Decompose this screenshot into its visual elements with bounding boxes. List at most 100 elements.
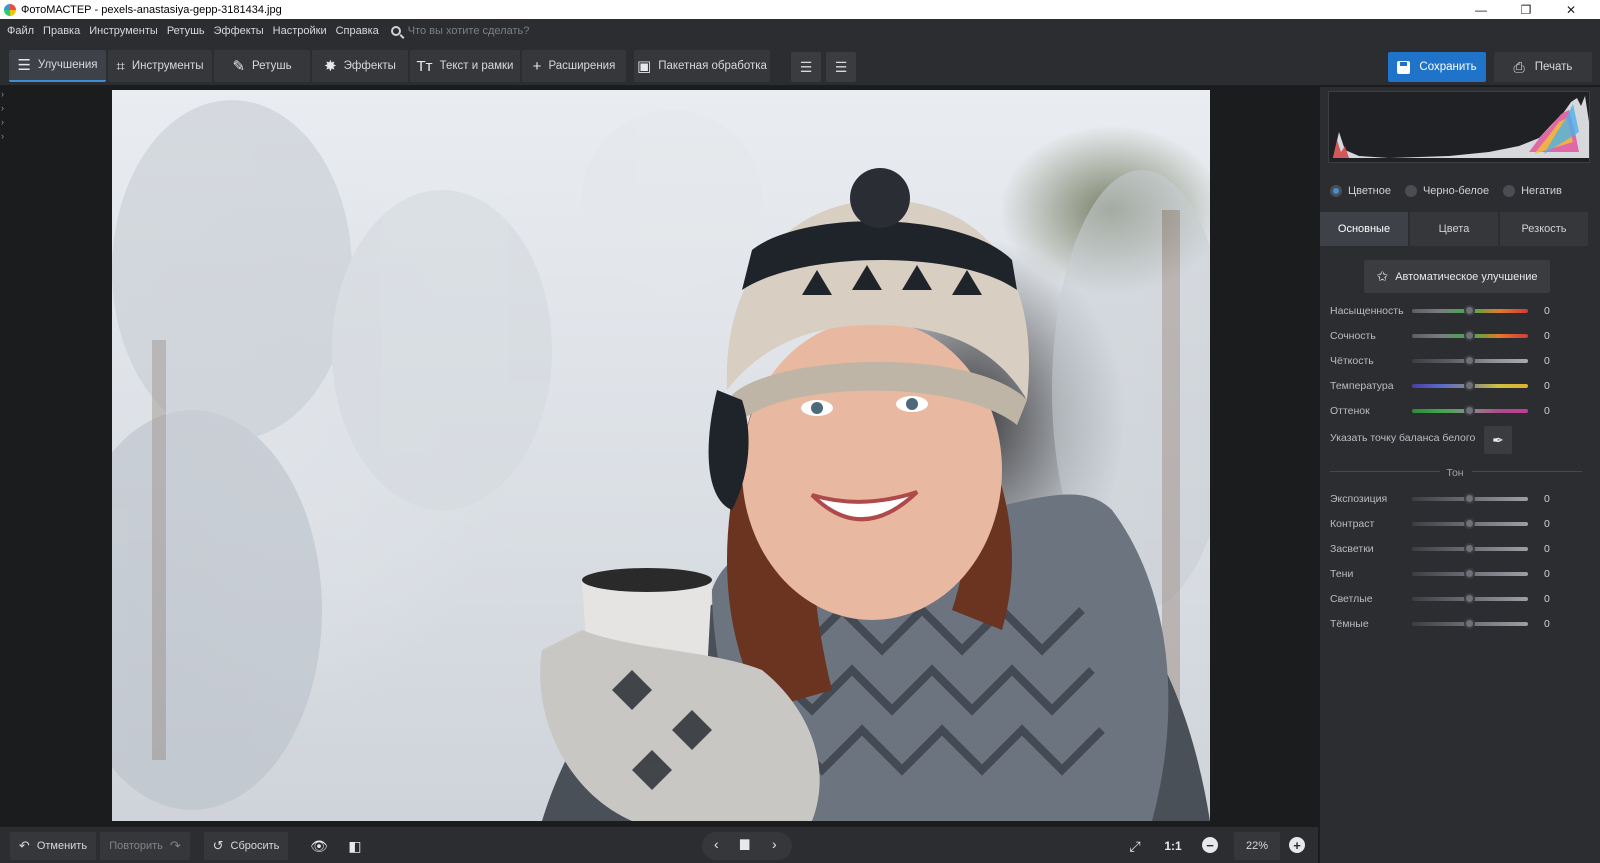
slider-label: Насыщенность — [1330, 305, 1404, 317]
vibrance-slider[interactable]: Сочность 0 — [1330, 328, 1592, 344]
eye-icon[interactable]: 👁 — [306, 834, 332, 858]
slider-handle[interactable] — [1464, 543, 1475, 554]
slider-handle[interactable] — [1464, 380, 1475, 391]
tab-enhancements[interactable]: ☰ Улучшения — [9, 50, 106, 82]
eyedropper-icon[interactable]: ✒ — [1484, 426, 1512, 454]
folder-icon[interactable]: ▆ — [740, 836, 749, 850]
actual-size-button[interactable]: 1:1 — [1160, 834, 1186, 858]
slider-label: Чёткость — [1330, 355, 1374, 367]
compare-icon[interactable]: ◧ — [342, 834, 368, 858]
reset-button[interactable]: ↺ Сбросить — [204, 832, 288, 860]
tab-label: Инструменты — [131, 60, 204, 72]
chevron-right-icon[interactable]: › — [1, 103, 4, 113]
undo-button[interactable]: ↶ Отменить — [10, 832, 96, 860]
whites-slider[interactable]: Светлые 0 — [1330, 591, 1592, 607]
auto-enhance-label: Автоматическое улучшение — [1395, 270, 1538, 283]
tab-label: Расширения — [548, 60, 616, 72]
reset-icon: ↺ — [212, 838, 224, 853]
mode-negative-radio[interactable]: Негатив — [1503, 185, 1562, 197]
save-button[interactable]: Сохранить — [1388, 52, 1486, 82]
menu-tools[interactable]: Инструменты — [89, 25, 158, 37]
floppy-disk-icon — [1397, 60, 1411, 74]
blacks-slider[interactable]: Тёмные 0 — [1330, 616, 1592, 632]
slider-handle[interactable] — [1464, 568, 1475, 579]
slider-handle[interactable] — [1464, 330, 1475, 341]
slider-label: Контраст — [1330, 518, 1375, 530]
slider-handle[interactable] — [1464, 618, 1475, 629]
tab-effects[interactable]: ✸ Эффекты — [312, 50, 408, 82]
reset-label: Сбросить — [230, 840, 280, 852]
histogram — [1328, 91, 1590, 163]
radio-icon — [1404, 185, 1417, 197]
menu-effects[interactable]: Эффекты — [214, 25, 264, 37]
clarity-slider[interactable]: Чёткость 0 — [1330, 353, 1592, 369]
image-canvas[interactable] — [10, 87, 1318, 827]
slider-value: 0 — [1544, 355, 1550, 367]
zoom-out-icon[interactable]: − — [1202, 837, 1218, 853]
tab-sharpness[interactable]: Резкость — [1500, 212, 1588, 246]
slider-handle[interactable] — [1464, 593, 1475, 604]
slider-label: Засветки — [1330, 543, 1374, 555]
menu-edit[interactable]: Правка — [43, 25, 80, 37]
plus-icon: + — [532, 57, 542, 75]
redo-button[interactable]: Повторить ↷ — [100, 832, 190, 860]
add-adjustment-icon[interactable]: ☰ — [791, 52, 821, 82]
chevron-right-icon[interactable]: › — [1, 131, 4, 141]
slider-handle[interactable] — [1464, 305, 1475, 316]
slider-handle[interactable] — [1464, 405, 1475, 416]
menu-settings[interactable]: Настройки — [273, 25, 327, 37]
slider-value: 0 — [1544, 330, 1550, 342]
menu-help[interactable]: Справка — [336, 25, 379, 37]
zoom-in-icon[interactable]: + — [1289, 837, 1305, 853]
photo-preview[interactable] — [112, 90, 1210, 821]
slider-handle[interactable] — [1464, 355, 1475, 366]
temperature-slider[interactable]: Температура 0 — [1330, 378, 1592, 394]
menu-file[interactable]: Файл — [7, 25, 34, 37]
redo-label: Повторить — [109, 840, 163, 852]
chevron-left-icon[interactable]: ‹ — [714, 836, 719, 852]
close-button[interactable]: ✕ — [1548, 0, 1594, 19]
chevron-right-icon[interactable]: › — [772, 836, 777, 852]
adjustments-panel: Цветное Черно-белое Негатив Основные Цве… — [1318, 87, 1600, 863]
tab-retouch[interactable]: ✎ Ретушь — [214, 50, 310, 82]
minimize-button[interactable]: — — [1458, 0, 1504, 19]
highlights-slider[interactable]: Засветки 0 — [1330, 541, 1592, 557]
tab-text-frames[interactable]: Tт Текст и рамки — [410, 50, 520, 82]
slider-label: Тени — [1330, 568, 1354, 580]
slider-label: Сочность — [1330, 330, 1376, 342]
chevron-right-icon[interactable]: › — [1, 89, 4, 99]
mode-bw-radio[interactable]: Черно-белое — [1404, 185, 1489, 197]
tint-slider[interactable]: Оттенок 0 — [1330, 403, 1592, 419]
divider — [1472, 471, 1582, 472]
crop-icon: ⌗ — [116, 57, 125, 75]
chevron-right-icon[interactable]: › — [1, 117, 4, 127]
auto-enhance-button[interactable]: ✩ Автоматическое улучшение — [1364, 260, 1550, 293]
slider-handle[interactable] — [1464, 518, 1475, 529]
shadows-slider[interactable]: Тени 0 — [1330, 566, 1592, 582]
exposure-slider[interactable]: Экспозиция 0 — [1330, 491, 1592, 507]
slider-value: 0 — [1544, 543, 1550, 555]
tab-colors[interactable]: Цвета — [1410, 212, 1498, 246]
slider-handle[interactable] — [1464, 493, 1475, 504]
saturation-slider[interactable]: Насыщенность 0 — [1330, 303, 1592, 319]
tab-tools[interactable]: ⌗ Инструменты — [108, 50, 212, 82]
tab-label: Текст и рамки — [439, 60, 514, 72]
tab-basic[interactable]: Основные — [1320, 212, 1408, 246]
sparkle-icon: ✸ — [324, 58, 337, 75]
print-button[interactable]: ⎙ Печать — [1494, 52, 1592, 82]
history-adjustment-icon[interactable]: ☰ — [826, 52, 856, 82]
collapsed-left-panel[interactable]: › › › › — [0, 87, 10, 827]
menu-retouch[interactable]: Ретушь — [167, 25, 205, 37]
contrast-slider[interactable]: Контраст 0 — [1330, 516, 1592, 532]
command-search[interactable]: Что вы хотите сделать? — [390, 25, 529, 37]
tab-extensions[interactable]: + Расширения — [522, 50, 626, 82]
maximize-button[interactable]: ❐ — [1503, 0, 1549, 19]
batch-processing-button[interactable]: ▣ Пакетная обработка — [634, 50, 770, 82]
text-icon: Tт — [416, 57, 433, 75]
fit-to-screen-icon[interactable]: ⤢ — [1122, 834, 1148, 858]
batch-icon: ▣ — [637, 58, 652, 75]
zoom-value[interactable]: 22% — [1234, 832, 1280, 860]
slider-value: 0 — [1544, 518, 1550, 530]
tab-label: Пакетная обработка — [658, 60, 767, 72]
mode-color-radio[interactable]: Цветное — [1330, 185, 1391, 197]
